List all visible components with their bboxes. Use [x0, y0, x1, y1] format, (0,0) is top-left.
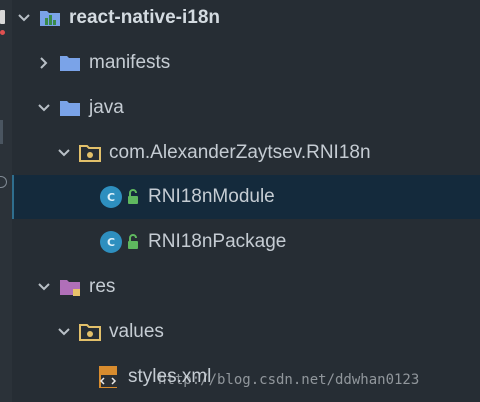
chevron-right-icon[interactable]: [35, 54, 53, 72]
watermark-text: http://blog.csdn.net/ddwhan0123: [158, 372, 420, 388]
xml-file-icon: [98, 365, 120, 389]
folder-icon: [59, 99, 81, 117]
tree-row-manifests[interactable]: manifests: [12, 41, 480, 85]
chevron-down-icon[interactable]: [55, 144, 73, 162]
chevron-down-icon[interactable]: [35, 278, 53, 296]
chevron-down-icon[interactable]: [55, 323, 73, 341]
class-icon: C: [100, 231, 122, 253]
tree-row-values[interactable]: values: [12, 310, 480, 354]
class-icon: C: [100, 186, 122, 208]
vertical-tab-label[interactable]: [0, 120, 3, 144]
lock-icon: [126, 189, 140, 205]
tree-label-package: com.AlexanderZaytsev.RNI18n: [109, 142, 371, 163]
lock-icon: [126, 234, 140, 250]
tree-row-package[interactable]: com.AlexanderZaytsev.RNI18n: [12, 131, 480, 175]
tree-row-java[interactable]: java: [12, 86, 480, 130]
package-folder-icon: [79, 323, 101, 341]
tree-label-java: java: [89, 97, 124, 118]
error-indicator: [0, 30, 5, 35]
tree-label-res: res: [89, 276, 116, 297]
chevron-down-icon[interactable]: [35, 99, 53, 117]
tree-row-res[interactable]: res: [12, 265, 480, 309]
module-folder-icon: [39, 9, 61, 27]
tree-row-root[interactable]: react-native-i18n: [12, 0, 480, 40]
side-tool-strip: [0, 0, 12, 402]
tree-label-package-class: RNI18nPackage: [148, 231, 287, 252]
tree-row-module[interactable]: C RNI18nModule: [12, 175, 480, 219]
structure-tab-icon[interactable]: [0, 176, 7, 188]
chevron-down-icon[interactable]: [15, 9, 33, 27]
tree-label-manifests: manifests: [89, 52, 171, 73]
resource-folder-icon: [59, 278, 81, 296]
package-folder-icon: [79, 144, 101, 162]
tool-window-tab[interactable]: [0, 10, 5, 24]
tree-label-values: values: [109, 321, 164, 342]
tree-label-module: RNI18nModule: [148, 186, 275, 207]
tree-row-package-class[interactable]: C RNI18nPackage: [12, 220, 480, 264]
tree-label-root: react-native-i18n: [69, 7, 221, 28]
folder-icon: [59, 54, 81, 72]
